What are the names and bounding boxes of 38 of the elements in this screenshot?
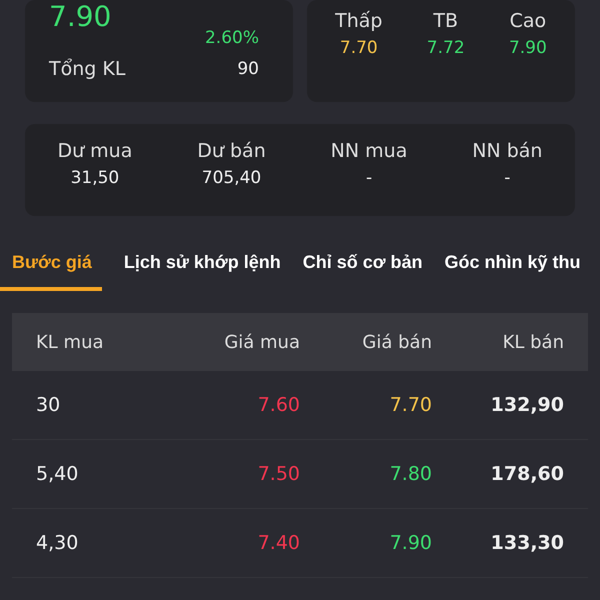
table-cell-text: 30 xyxy=(36,394,62,416)
change-percent: 2.60% xyxy=(204,28,259,48)
table-cell-text: 5,40 xyxy=(36,463,80,485)
price-value: 7.90 xyxy=(49,2,112,32)
summary-value: - xyxy=(366,168,372,188)
table-cell-text: 132,90 xyxy=(490,394,564,416)
summary-label: NN bán xyxy=(472,140,542,162)
range-label: Cao xyxy=(510,10,546,32)
total-volume-label: Tổng KL xyxy=(49,58,126,80)
summary-value: 705,40 xyxy=(202,168,262,188)
tab[interactable]: Chỉ số cơ bản xyxy=(302,244,423,291)
range-label: Thấp xyxy=(335,10,382,32)
summary-label: Dư mua xyxy=(57,140,132,162)
total-volume-value: 90 xyxy=(237,59,259,79)
tab[interactable]: Góc nhìn kỹ thu xyxy=(444,244,581,291)
tab[interactable]: Lịch sử khớp lệnh xyxy=(124,244,281,291)
table-cell-text: 4,30 xyxy=(36,532,80,554)
range-value: 7.72 xyxy=(426,38,465,58)
summary-value: 31,50 xyxy=(70,168,120,188)
table-cell-text: 7.60 xyxy=(256,394,300,416)
summary-value: - xyxy=(504,168,510,188)
summary-label: Dư bán xyxy=(197,140,266,162)
range-label: TB xyxy=(433,10,458,32)
tab[interactable]: Bước giá xyxy=(0,244,102,291)
table-cell-text: 178,60 xyxy=(490,463,564,485)
table-cell-text: 7.70 xyxy=(388,394,432,416)
range-value: 7.70 xyxy=(340,38,378,58)
column-header: Giá bán xyxy=(361,332,432,352)
column-header: KL mua xyxy=(36,332,105,352)
table-cell-text: 133,30 xyxy=(490,532,564,554)
range-value: 7.90 xyxy=(508,38,547,58)
table-cell-text: 7.80 xyxy=(388,463,432,485)
column-header: Giá mua xyxy=(223,332,300,352)
table-cell-text: 7.50 xyxy=(256,463,300,485)
summary-label: NN mua xyxy=(330,140,408,162)
table-cell-text: 7.40 xyxy=(256,532,300,554)
column-header: KL bán xyxy=(502,332,564,352)
table-cell-text: 7.90 xyxy=(388,532,432,554)
